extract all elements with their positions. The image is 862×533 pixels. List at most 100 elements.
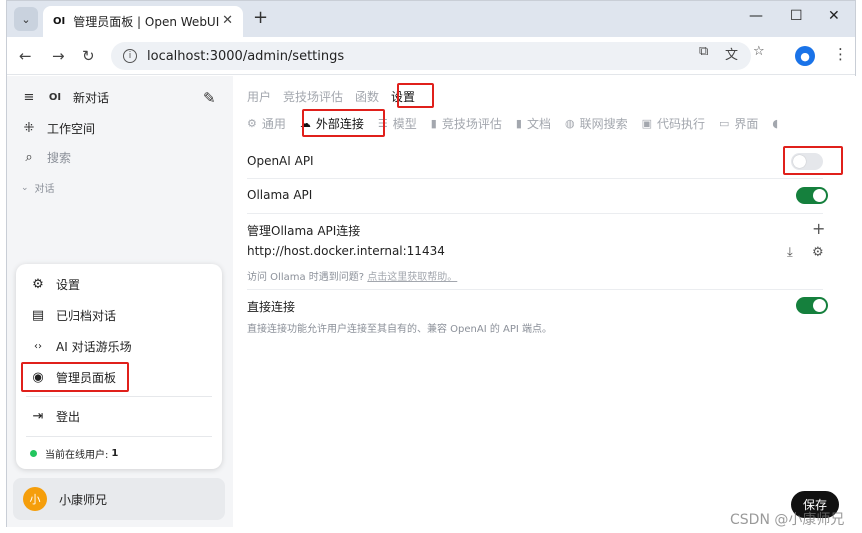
menu-item-label: 设置	[56, 278, 81, 292]
direct-connections-label: 直接连接	[247, 300, 296, 314]
ollama-url[interactable]: http://host.docker.internal:11434	[247, 244, 445, 258]
ollama-help: 访问 Ollama 时遇到问题? 点击这里获取帮助。	[247, 268, 457, 283]
user-menu: ⚙ 设置 ▤ 已归档对话 ‹› AI 对话游乐场 ◉ 管理员面板 ⇥ 登出 当前…	[16, 264, 222, 469]
edit-icon[interactable]: ✎	[203, 89, 216, 107]
highlight-box	[397, 83, 434, 108]
forward-icon[interactable]: →	[52, 47, 65, 65]
logo: OI	[48, 92, 62, 103]
menu-item-logout[interactable]: ⇥ 登出	[30, 408, 80, 425]
user-name: 小康师兄	[59, 492, 108, 507]
menu-item-label: 已归档对话	[56, 309, 117, 323]
monitor-icon: ▭	[719, 117, 730, 130]
sidebar-menu-toggle[interactable]: ≡ OI 新对话	[21, 89, 109, 106]
menu-item-label: AI 对话游乐场	[56, 340, 132, 354]
open-external-icon[interactable]: ⧉	[699, 44, 708, 59]
subtab-label: 通用	[261, 117, 286, 131]
gear-icon[interactable]: ⚙	[812, 245, 824, 260]
chats-section-label: 对话	[34, 184, 55, 195]
menu-item-playground[interactable]: ‹› AI 对话游乐场	[30, 338, 132, 355]
code-icon: ‹›	[34, 341, 42, 352]
manage-ollama-label: 管理Ollama API连接	[247, 224, 361, 238]
toggle-knob	[813, 189, 826, 202]
subtab-label: 界面	[734, 117, 759, 131]
menu-item-settings[interactable]: ⚙ 设置	[30, 276, 80, 293]
online-status-icon	[30, 450, 37, 457]
url-field[interactable]: i localhost:3000/admin/settings	[111, 42, 751, 70]
gear-icon: ⚙	[32, 277, 44, 292]
tab-favicon: OI	[53, 16, 66, 27]
speaker-icon: ◖	[772, 117, 779, 130]
tab-list-icon[interactable]: ⌄	[14, 7, 38, 31]
search-input[interactable]: 搜索	[47, 149, 71, 166]
browser-window: ⌄ OI 管理员面板 | Open WebUI ✕ + — ☐ ✕ ← → ↻ …	[6, 0, 857, 527]
direct-connections-description: 直接连接功能允许用户连接至其自有的、兼容 OpenAI 的 API 端点。	[247, 324, 553, 335]
subtab-interface[interactable]: ▭ 界面	[719, 115, 758, 132]
archive-icon: ▤	[31, 308, 45, 323]
divider	[247, 178, 823, 179]
translate-icon[interactable]: 文	[725, 44, 738, 63]
subtab-documents[interactable]: ▮ 文档	[516, 115, 551, 132]
minimize-icon[interactable]: —	[749, 8, 763, 24]
new-chat-label[interactable]: 新对话	[73, 89, 109, 106]
browser-tab[interactable]: OI 管理员面板 | Open WebUI ✕	[43, 6, 243, 37]
star-icon[interactable]: ☆	[753, 44, 765, 59]
sidebar-search[interactable]: ⌕ 搜索	[21, 149, 71, 166]
plus-icon[interactable]: +	[253, 7, 268, 28]
help-link[interactable]: 点击这里获取帮助。	[367, 272, 457, 283]
subtab-label: 代码执行	[656, 117, 705, 131]
sidebar-item-workspace[interactable]: ⁜ 工作空间	[21, 120, 95, 137]
divider	[26, 396, 212, 397]
menu-item-archived[interactable]: ▤ 已归档对话	[30, 307, 116, 324]
close-window-icon[interactable]: ✕	[828, 8, 840, 24]
highlight-box	[302, 109, 385, 137]
profile-icon[interactable]: ●	[795, 46, 815, 66]
workspace-label: 工作空间	[47, 122, 96, 136]
chats-section[interactable]: ⌄ 对话	[21, 180, 55, 196]
tab-bar: ⌄ OI 管理员面板 | Open WebUI ✕ + — ☐ ✕	[7, 1, 855, 37]
tab-users[interactable]: 用户	[247, 88, 271, 105]
user-profile[interactable]: 小 小康师兄	[13, 478, 225, 520]
close-icon[interactable]: ✕	[222, 13, 233, 28]
ollama-api-label: Ollama API	[247, 188, 313, 202]
logout-icon: ⇥	[32, 409, 44, 424]
ollama-api-toggle[interactable]	[796, 187, 828, 204]
subtab-evaluations[interactable]: ▮ 竞技场评估	[431, 115, 502, 132]
divider	[247, 213, 823, 214]
toggle-knob	[813, 299, 826, 312]
download-icon[interactable]: ⤓	[787, 245, 793, 260]
online-users-label: 当前在线用户:	[45, 450, 109, 461]
subtab-web-search[interactable]: ◍ 联网搜索	[565, 115, 628, 132]
subtab-label: 竞技场评估	[441, 117, 502, 131]
avatar: 小	[23, 487, 47, 511]
reload-icon[interactable]: ↻	[82, 47, 95, 65]
more-icon[interactable]: ⋮	[833, 45, 848, 63]
tab-arena[interactable]: 竞技场评估	[283, 88, 343, 105]
subtab-code-execution[interactable]: ▣ 代码执行	[642, 115, 705, 132]
subtab-label: 文档	[526, 117, 551, 131]
online-users: 当前在线用户: 1	[30, 446, 118, 461]
highlight-box	[21, 362, 129, 392]
tab-functions[interactable]: 函数	[355, 88, 379, 105]
help-text: 访问 Ollama 时遇到问题?	[247, 272, 365, 283]
search-icon: ⌕	[25, 150, 33, 165]
terminal-icon: ▣	[641, 117, 652, 130]
grid-icon: ⁜	[23, 121, 35, 136]
globe-icon: ◍	[564, 117, 575, 130]
online-users-count: 1	[111, 448, 119, 459]
openai-api-label: OpenAI API	[247, 154, 314, 168]
maximize-icon[interactable]: ☐	[790, 8, 803, 24]
direct-connections-toggle[interactable]	[796, 297, 828, 314]
divider	[26, 436, 212, 437]
menu-icon[interactable]: ≡	[21, 90, 37, 105]
info-icon[interactable]: i	[123, 49, 137, 63]
tab-title: 管理员面板 | Open WebUI	[73, 15, 220, 29]
add-connection-icon[interactable]: +	[812, 219, 825, 238]
chevron-down-icon: ⌄	[21, 182, 29, 193]
subtab-label: 联网搜索	[579, 117, 628, 131]
subtab-label: 模型	[392, 117, 417, 131]
back-icon[interactable]: ←	[19, 47, 32, 65]
document-icon: ▮	[430, 117, 437, 130]
url-text: localhost:3000/admin/settings	[147, 48, 345, 64]
subtab-general[interactable]: ⚙ 通用	[247, 115, 286, 132]
subtab-audio[interactable]: ◖	[772, 115, 783, 132]
